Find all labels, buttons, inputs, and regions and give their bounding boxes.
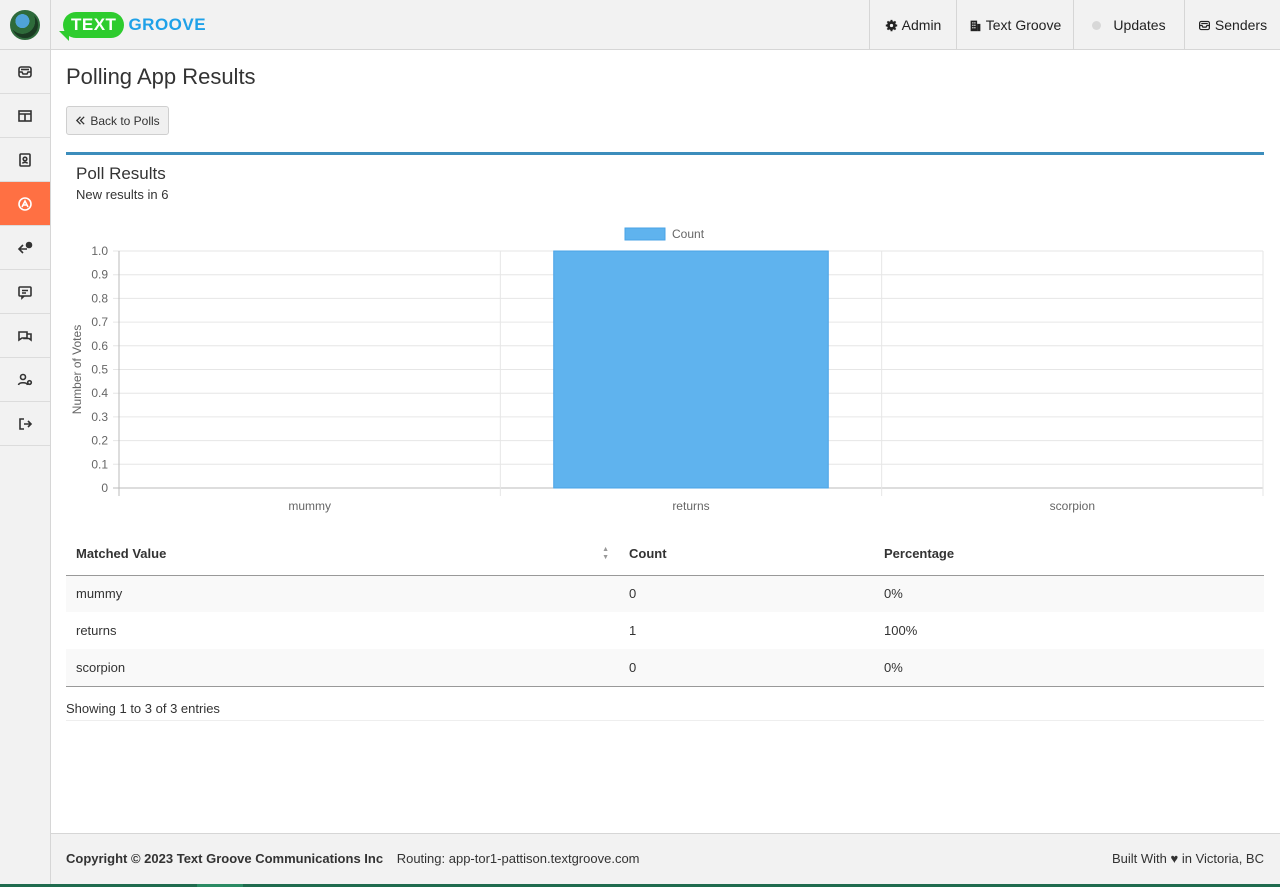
brand-logo-word1: TEXT	[58, 12, 125, 41]
column-header-count[interactable]: Count	[619, 533, 874, 576]
nav-admin-label: Admin	[901, 17, 942, 33]
chart-x-tick-label: mummy	[288, 499, 331, 513]
status-dot-icon	[1092, 20, 1102, 30]
sidebar-item-contacts[interactable]	[0, 138, 50, 182]
main-content: Polling App Results Back to Polls Poll R…	[51, 50, 1280, 833]
footer-copyright: Copyright © 2023 Text Groove Communicati…	[66, 851, 384, 866]
page-title: Polling App Results	[66, 64, 256, 89]
table-info: Showing 1 to 3 of 3 entries	[66, 701, 1264, 721]
chart-y-tick-label: 0	[101, 481, 108, 495]
cell-count: 0	[619, 649, 874, 687]
chart-y-tick-label: 0.3	[91, 410, 108, 424]
sort-arrows-icon: ▲ ▼	[602, 546, 609, 561]
brand-logo-word2: GROOVE	[128, 15, 207, 34]
chart-y-tick-label: 0.6	[91, 339, 108, 353]
sidebar-item-apps[interactable]	[0, 182, 50, 226]
cell-percentage: 100%	[884, 623, 918, 638]
logout-icon	[19, 417, 33, 430]
cell-matched-value: mummy	[66, 575, 619, 612]
chart-legend[interactable]: Count	[624, 227, 705, 241]
chart-y-axis-label: Number of Votes	[70, 325, 84, 414]
nav-admin[interactable]: Admin	[869, 0, 956, 50]
chart-y-tick-label: 0.2	[91, 434, 108, 448]
brand-logo[interactable]: TEXT GROOVE	[58, 9, 207, 41]
nav-updates-label: Updates	[1113, 17, 1166, 33]
poll-results-chart: 1.0 0.9 0.8 0.7 0.6 0.5 0.4 0.3 0.2 0.1 0 mummy ret…	[70, 227, 1264, 513]
sidebar-item-user-settings[interactable]	[0, 358, 50, 402]
chart-y-tick-label: 0.4	[91, 386, 108, 400]
chart-y-tick-label: 0.1	[91, 457, 108, 471]
nav-text-groove-label: Text Groove	[985, 17, 1062, 33]
table-row: returns 1 100%	[66, 612, 1264, 649]
footer: Copyright © 2023 Text Groove Communicati…	[51, 833, 1280, 884]
reply-icon	[17, 241, 33, 254]
footer-left: Copyright © 2023 Text Groove Communicati…	[66, 851, 640, 866]
sidebar-item-chats[interactable]	[0, 314, 50, 358]
building-icon	[970, 20, 981, 31]
nav-senders[interactable]: Senders	[1184, 0, 1280, 50]
chart-x-tick-label: scorpion	[1050, 499, 1095, 513]
chart-bars	[553, 250, 829, 489]
avatar[interactable]	[10, 9, 40, 40]
columns-icon	[18, 109, 32, 122]
results-table: Matched Value ▲ ▼ Count Percentage mummy …	[66, 533, 1264, 687]
footer-routing: Routing: app-tor1-pattison.textgroove.co…	[396, 851, 640, 866]
cell-count: 1	[629, 623, 637, 638]
panel-title: Poll Results	[76, 164, 166, 183]
column-header-label: Matched Value	[76, 546, 167, 562]
cell-count: 0	[619, 575, 874, 612]
app-window: TEXT GROOVE Admin Text Groove Updates Se…	[0, 0, 1280, 884]
nav-updates[interactable]: Updates	[1073, 0, 1184, 50]
footer-built-prefix: Built With	[1111, 851, 1167, 866]
message-icon	[18, 285, 32, 300]
heart-icon: ♥	[1170, 851, 1179, 866]
table-header-row: Matched Value ▲ ▼ Count Percentage	[66, 533, 1264, 576]
table-row: mummy 0 0%	[66, 575, 1264, 612]
chart-y-tick-label: 0.9	[91, 268, 108, 282]
chart-x-ticks: mummy returns scorpion	[288, 499, 1095, 513]
footer-right: Built With ♥ in Victoria, BC	[1112, 851, 1264, 866]
cell-percentage: 0%	[874, 575, 1264, 612]
chart-y-tick-label: 0.7	[91, 315, 108, 329]
poll-results-panel: Poll Results New results in 6 1.0 0.9 0.8 0…	[66, 152, 1264, 721]
chat-bubbles-icon	[18, 330, 32, 342]
sidebar-item-layout[interactable]	[0, 94, 50, 138]
column-header-matched-value[interactable]: Matched Value ▲ ▼	[66, 533, 619, 576]
inbox-icon	[18, 65, 32, 78]
double-chevron-left-icon	[76, 116, 85, 125]
chart-legend-swatch	[624, 227, 666, 241]
chart-y-tick-label: 0.5	[91, 363, 108, 377]
chart-bar	[553, 250, 829, 489]
sidebar	[0, 0, 51, 884]
cell-percentage: 0%	[874, 649, 1264, 687]
column-header-label: Count	[629, 546, 667, 562]
chart-y-tick-label: 0.8	[91, 291, 108, 305]
cell-matched-value: returns	[76, 623, 117, 638]
back-to-polls-button[interactable]: Back to Polls	[66, 106, 169, 135]
gear-icon	[885, 19, 897, 31]
chart-y-tick-label: 1.0	[91, 244, 108, 258]
column-header-label: Percentage	[884, 546, 955, 562]
inbox-icon	[1198, 20, 1210, 30]
sidebar-item-reply[interactable]	[0, 226, 50, 270]
table-row: scorpion 0 0%	[66, 649, 1264, 687]
top-bar: TEXT GROOVE Admin Text Groove Updates Se…	[51, 0, 1280, 50]
user-gear-icon	[17, 373, 33, 385]
column-header-percentage[interactable]: Percentage	[874, 533, 1264, 576]
avatar-container	[0, 0, 50, 50]
sidebar-item-logout[interactable]	[0, 402, 50, 446]
panel-subtitle: New results in 6	[76, 187, 169, 202]
nav-senders-label: Senders	[1214, 17, 1268, 33]
nav-text-groove[interactable]: Text Groove	[956, 0, 1073, 50]
chart-x-tick-label: returns	[672, 499, 709, 513]
cell-matched-value: scorpion	[66, 649, 619, 687]
chart-y-ticks: 1.0 0.9 0.8 0.7 0.6 0.5 0.4 0.3 0.2 0.1 0	[91, 244, 108, 495]
contact-book-icon	[19, 152, 31, 167]
sidebar-item-inbox[interactable]	[0, 50, 50, 94]
sidebar-item-messages[interactable]	[0, 270, 50, 314]
footer-built-suffix: in Victoria, BC	[1181, 851, 1264, 866]
back-to-polls-label: Back to Polls	[90, 113, 160, 128]
apps-icon	[18, 196, 32, 211]
chart-legend-label: Count	[672, 227, 705, 241]
